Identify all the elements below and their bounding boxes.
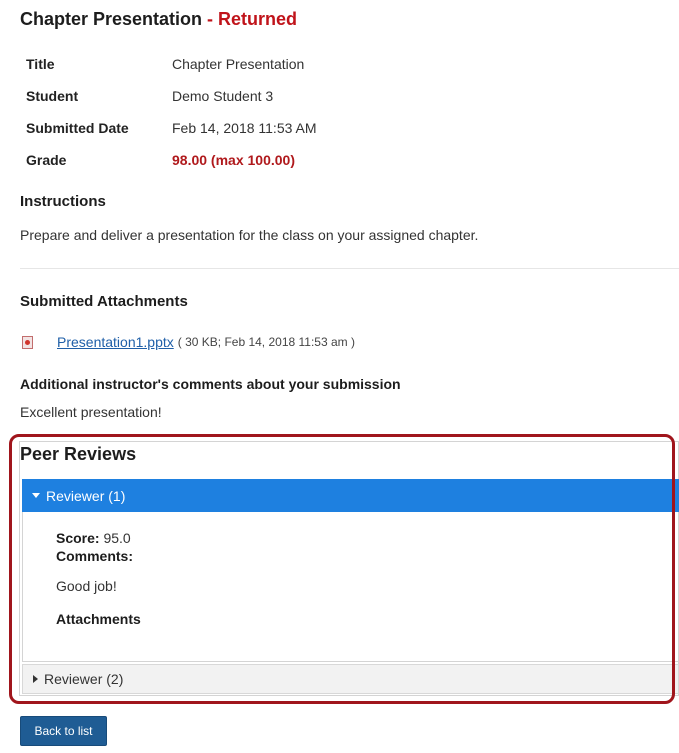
detail-row-student: Student Demo Student 3 [20, 80, 317, 112]
title-value: Chapter Presentation [172, 56, 305, 72]
instructor-comments-heading: Additional instructor's comments about y… [20, 376, 401, 392]
section-divider [20, 268, 679, 269]
status-label: Returned [218, 9, 298, 29]
instructions-text: Prepare and deliver a presentation for t… [20, 227, 479, 243]
detail-row-grade: Grade 98.00 (max 100.00) [20, 144, 317, 176]
submitted-date-value: Feb 14, 2018 11:53 AM [172, 120, 317, 136]
student-label: Student [26, 88, 79, 104]
submitted-date-label: Submitted Date [26, 120, 129, 136]
title-label: Title [26, 56, 55, 72]
powerpoint-file-icon [22, 335, 33, 349]
page-title: Chapter Presentation - Returned [20, 9, 297, 30]
instructor-comments-text: Excellent presentation! [20, 404, 162, 420]
attachment-item: Presentation1.pptx ( 30 KB; Feb 14, 2018… [22, 334, 355, 350]
back-to-list-button[interactable]: Back to list [20, 716, 107, 746]
peer-reviews-highlight [9, 434, 675, 704]
assignment-title: Chapter Presentation [20, 9, 203, 29]
grade-value: 98.00 (max 100.00) [172, 152, 295, 168]
instructions-heading: Instructions [20, 193, 106, 210]
detail-row-title: Title Chapter Presentation [20, 48, 317, 80]
attachment-meta: ( 30 KB; Feb 14, 2018 11:53 am ) [177, 335, 355, 349]
detail-row-submitted: Submitted Date Feb 14, 2018 11:53 AM [20, 112, 317, 144]
status-separator: - [202, 9, 219, 29]
submission-details-table: Title Chapter Presentation Student Demo … [20, 48, 317, 176]
student-value: Demo Student 3 [172, 88, 274, 104]
grade-label: Grade [26, 152, 67, 168]
attachment-link[interactable]: Presentation1.pptx [57, 334, 174, 350]
submitted-attachments-heading: Submitted Attachments [20, 293, 188, 310]
